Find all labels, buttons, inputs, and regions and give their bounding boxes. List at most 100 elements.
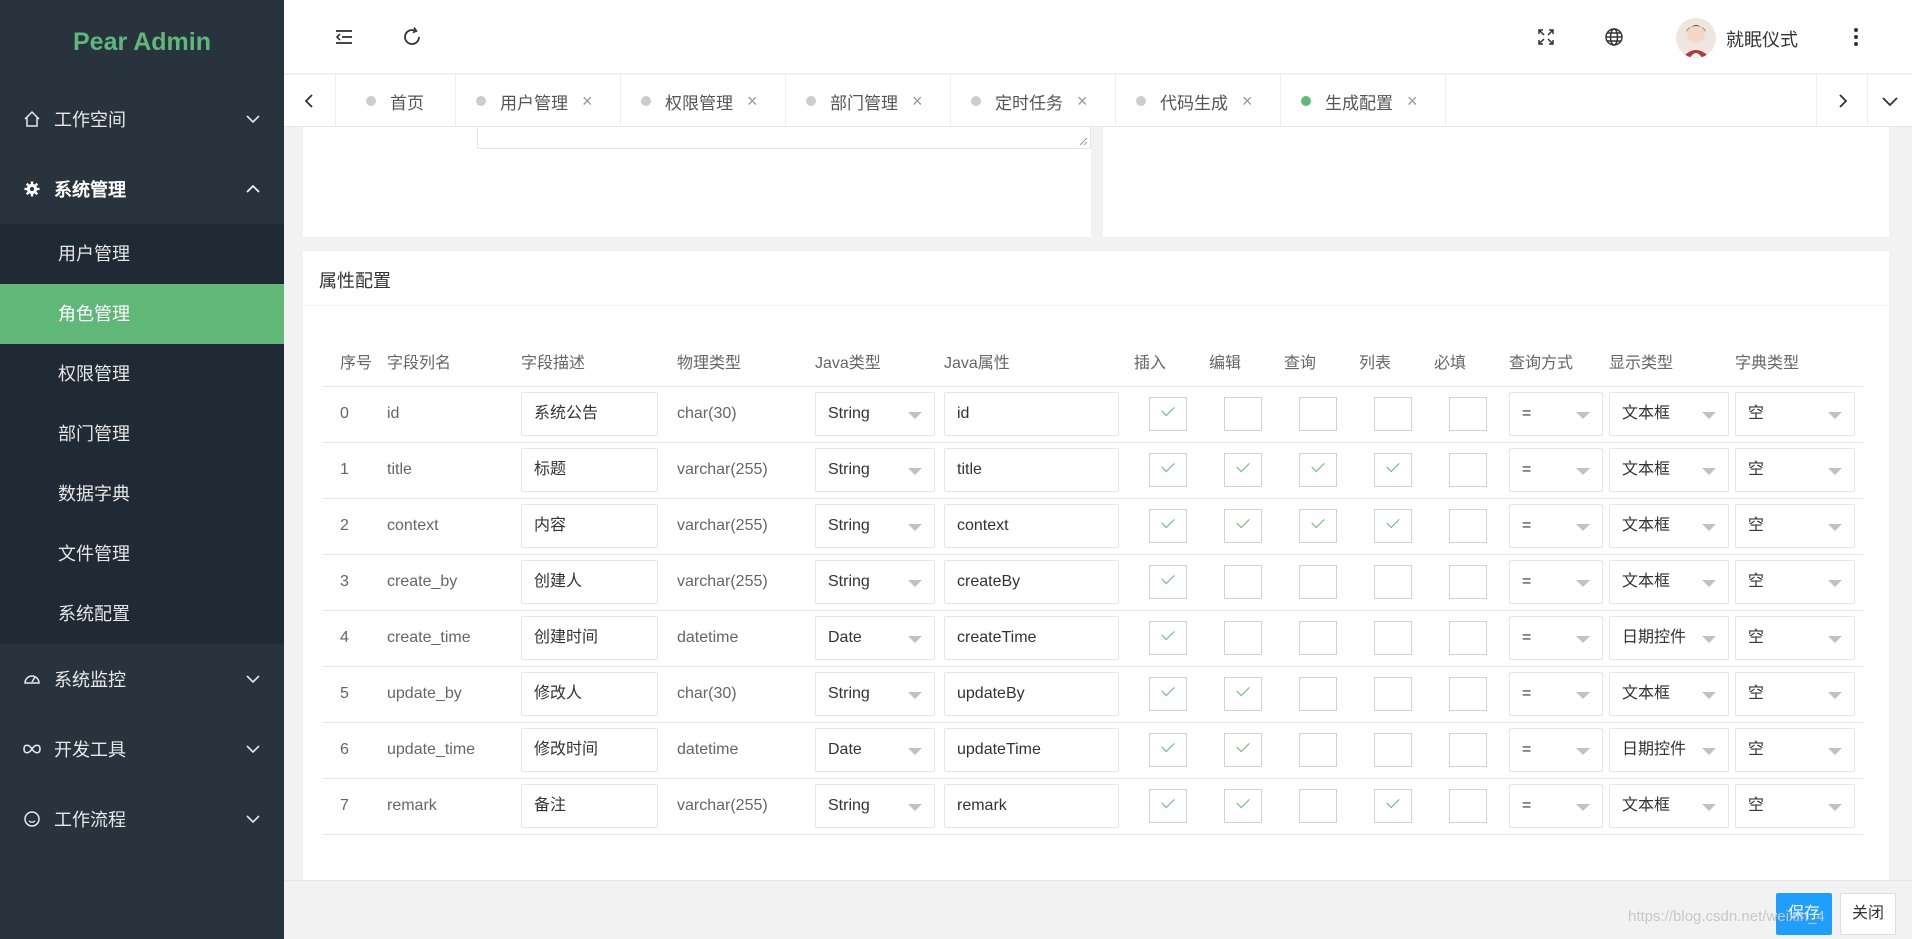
java-type-select[interactable]: Date: [815, 616, 935, 660]
close-icon[interactable]: ×: [1242, 91, 1253, 112]
checkbox-required[interactable]: [1449, 509, 1487, 543]
sidebar-item-user-mgmt[interactable]: 用户管理: [0, 224, 284, 284]
close-icon[interactable]: ×: [912, 91, 923, 112]
checkbox-edit[interactable]: [1224, 453, 1262, 487]
refresh-icon[interactable]: [400, 25, 424, 49]
java-type-select[interactable]: String: [815, 392, 935, 436]
menu-group-devtools[interactable]: 开发工具: [0, 714, 284, 784]
field-desc-input[interactable]: 标题: [521, 448, 658, 492]
tab-user-mgmt[interactable]: 用户管理 ×: [456, 75, 621, 127]
field-desc-input[interactable]: 内容: [521, 504, 658, 548]
checkbox-list[interactable]: [1374, 453, 1412, 487]
checkbox-required[interactable]: [1449, 453, 1487, 487]
checkbox-edit[interactable]: [1224, 621, 1262, 655]
checkbox-insert[interactable]: [1149, 453, 1187, 487]
field-desc-input[interactable]: 修改时间: [521, 728, 658, 772]
menu-group-workflow[interactable]: 工作流程: [0, 784, 284, 854]
java-attr-input[interactable]: context: [944, 504, 1119, 548]
java-attr-input[interactable]: title: [944, 448, 1119, 492]
menu-group-workspace[interactable]: 工作空间: [0, 84, 284, 154]
avatar[interactable]: [1676, 18, 1716, 58]
fullscreen-icon[interactable]: [1534, 25, 1558, 49]
query-method-select[interactable]: =: [1509, 392, 1603, 436]
checkbox-edit[interactable]: [1224, 677, 1262, 711]
username[interactable]: 就眠仪式: [1726, 26, 1798, 52]
java-attr-input[interactable]: updateTime: [944, 728, 1119, 772]
java-type-select[interactable]: Date: [815, 728, 935, 772]
tab-scheduled-tasks[interactable]: 定时任务 ×: [951, 75, 1116, 127]
tab-dropdown[interactable]: [1868, 75, 1912, 127]
checkbox-edit[interactable]: [1224, 733, 1262, 767]
display-type-select[interactable]: 日期控件: [1609, 728, 1729, 772]
dict-type-select[interactable]: 空: [1735, 560, 1855, 604]
sidebar-item-file-mgmt[interactable]: 文件管理: [0, 524, 284, 584]
dict-type-select[interactable]: 空: [1735, 504, 1855, 548]
tab-gen-config[interactable]: 生成配置 ×: [1281, 75, 1446, 127]
checkbox-required[interactable]: [1449, 397, 1487, 431]
query-method-select[interactable]: =: [1509, 728, 1603, 772]
checkbox-query[interactable]: [1299, 733, 1337, 767]
menu-group-monitor[interactable]: 系统监控: [0, 644, 284, 714]
query-method-select[interactable]: =: [1509, 784, 1603, 828]
dict-type-select[interactable]: 空: [1735, 728, 1855, 772]
checkbox-list[interactable]: [1374, 509, 1412, 543]
checkbox-list[interactable]: [1374, 397, 1412, 431]
sidebar-item-permission-mgmt[interactable]: 权限管理: [0, 344, 284, 404]
query-method-select[interactable]: =: [1509, 672, 1603, 716]
textarea-field[interactable]: [477, 127, 1091, 149]
query-method-select[interactable]: =: [1509, 448, 1603, 492]
checkbox-insert[interactable]: [1149, 789, 1187, 823]
checkbox-insert[interactable]: [1149, 677, 1187, 711]
tab-home[interactable]: 首页: [336, 75, 456, 127]
close-icon[interactable]: ×: [582, 91, 593, 112]
display-type-select[interactable]: 日期控件: [1609, 616, 1729, 660]
checkbox-list[interactable]: [1374, 621, 1412, 655]
java-attr-input[interactable]: createTime: [944, 616, 1119, 660]
java-type-select[interactable]: String: [815, 672, 935, 716]
tab-permission-mgmt[interactable]: 权限管理 ×: [621, 75, 786, 127]
field-desc-input[interactable]: 创建时间: [521, 616, 658, 660]
checkbox-edit[interactable]: [1224, 565, 1262, 599]
checkbox-required[interactable]: [1449, 565, 1487, 599]
field-desc-input[interactable]: 创建人: [521, 560, 658, 604]
field-desc-input[interactable]: 修改人: [521, 672, 658, 716]
java-type-select[interactable]: String: [815, 448, 935, 492]
checkbox-query[interactable]: [1299, 453, 1337, 487]
checkbox-insert[interactable]: [1149, 621, 1187, 655]
query-method-select[interactable]: =: [1509, 616, 1603, 660]
checkbox-required[interactable]: [1449, 677, 1487, 711]
field-desc-input[interactable]: 系统公告: [521, 392, 658, 436]
checkbox-list[interactable]: [1374, 565, 1412, 599]
java-attr-input[interactable]: remark: [944, 784, 1119, 828]
checkbox-query[interactable]: [1299, 565, 1337, 599]
sidebar-item-role-mgmt[interactable]: 角色管理: [0, 284, 284, 344]
java-type-select[interactable]: String: [815, 784, 935, 828]
field-desc-input[interactable]: 备注: [521, 784, 658, 828]
display-type-select[interactable]: 文本框: [1609, 560, 1729, 604]
close-button[interactable]: 关闭: [1840, 893, 1896, 935]
java-type-select[interactable]: String: [815, 560, 935, 604]
checkbox-required[interactable]: [1449, 733, 1487, 767]
tab-code-gen[interactable]: 代码生成 ×: [1116, 75, 1281, 127]
dict-type-select[interactable]: 空: [1735, 672, 1855, 716]
checkbox-required[interactable]: [1449, 789, 1487, 823]
dict-type-select[interactable]: 空: [1735, 448, 1855, 492]
close-icon[interactable]: ×: [1407, 91, 1418, 112]
close-icon[interactable]: ×: [1077, 91, 1088, 112]
close-icon[interactable]: ×: [747, 91, 758, 112]
checkbox-query[interactable]: [1299, 621, 1337, 655]
checkbox-list[interactable]: [1374, 677, 1412, 711]
display-type-select[interactable]: 文本框: [1609, 784, 1729, 828]
display-type-select[interactable]: 文本框: [1609, 504, 1729, 548]
menu-group-system[interactable]: 系统管理: [0, 154, 284, 224]
checkbox-edit[interactable]: [1224, 509, 1262, 543]
dict-type-select[interactable]: 空: [1735, 616, 1855, 660]
java-attr-input[interactable]: id: [944, 392, 1119, 436]
dict-type-select[interactable]: 空: [1735, 784, 1855, 828]
checkbox-list[interactable]: [1374, 789, 1412, 823]
checkbox-edit[interactable]: [1224, 397, 1262, 431]
query-method-select[interactable]: =: [1509, 560, 1603, 604]
checkbox-query[interactable]: [1299, 677, 1337, 711]
checkbox-required[interactable]: [1449, 621, 1487, 655]
checkbox-list[interactable]: [1374, 733, 1412, 767]
